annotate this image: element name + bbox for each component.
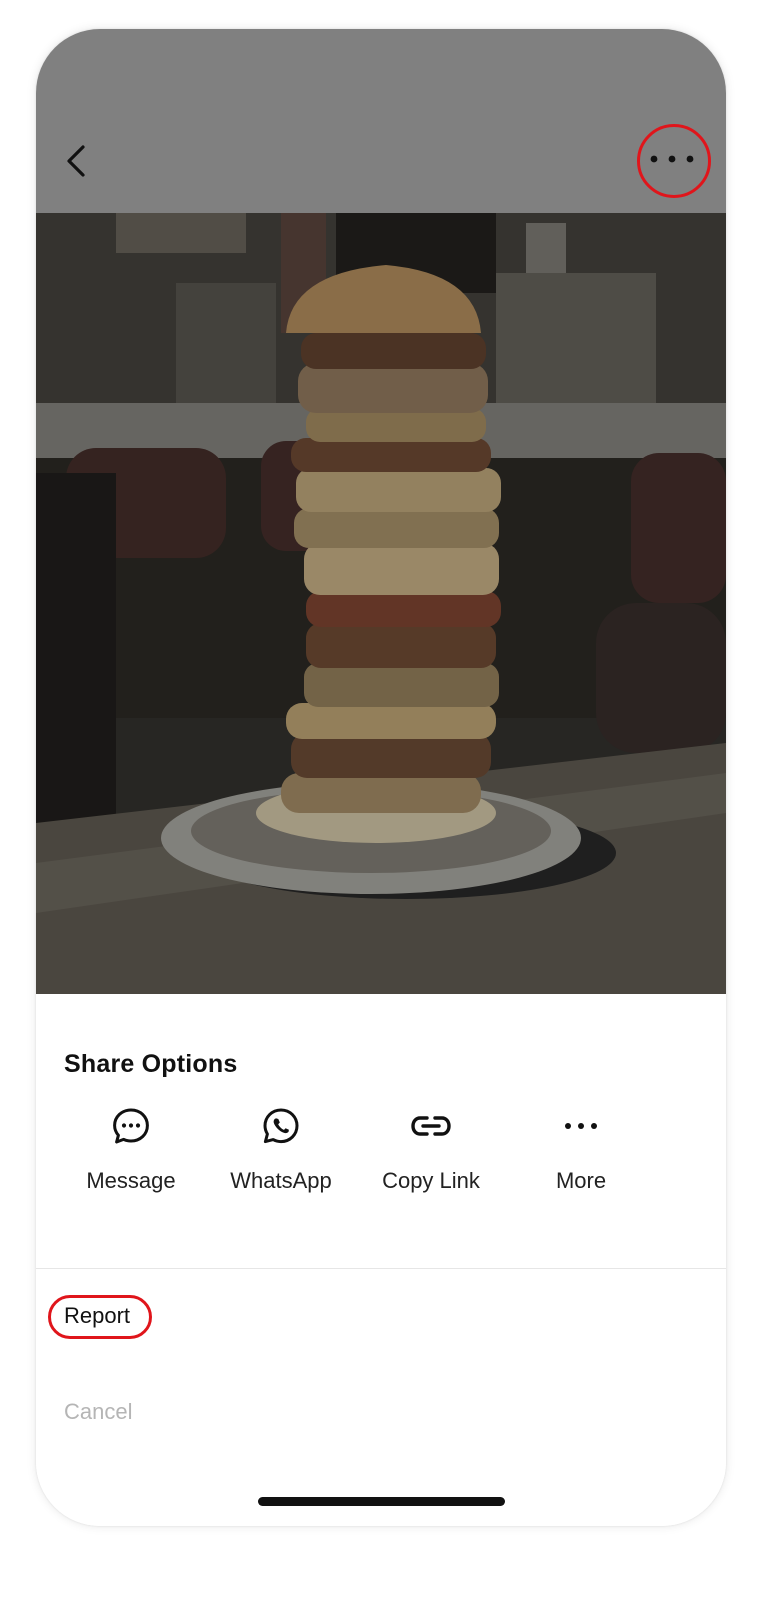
- share-option-label: More: [555, 1168, 607, 1193]
- whatsapp-icon: [259, 1104, 303, 1148]
- share-option-copy-link[interactable]: Copy Link: [356, 1104, 506, 1214]
- share-option-label: Copy Link: [382, 1168, 480, 1193]
- report-button[interactable]: Report: [48, 1295, 152, 1339]
- share-option-label: WhatsApp: [230, 1168, 332, 1193]
- home-indicator: [258, 1497, 505, 1506]
- share-option-message[interactable]: Message: [56, 1104, 206, 1214]
- message-bubble-icon: [109, 1104, 153, 1148]
- ellipsis-horizontal-icon: [650, 155, 694, 163]
- chevron-left-icon: [67, 145, 85, 177]
- report-label: Report: [64, 1303, 131, 1328]
- share-option-more[interactable]: More: [506, 1104, 656, 1214]
- cancel-button[interactable]: Cancel: [64, 1399, 132, 1425]
- divider: [36, 1268, 726, 1269]
- ellipsis-horizontal-icon: [559, 1104, 603, 1148]
- burger-photo: [36, 213, 726, 994]
- dimmed-header: [36, 29, 726, 213]
- share-option-label: Message: [86, 1168, 176, 1193]
- more-options-button[interactable]: [637, 124, 711, 198]
- share-option-whatsapp[interactable]: WhatsApp: [206, 1104, 356, 1214]
- share-sheet: Share Options Message WhatsApp Copy Link…: [36, 994, 726, 1526]
- post-photo: [36, 213, 726, 994]
- share-sheet-title: Share Options: [64, 1050, 238, 1078]
- phone-frame: Share Options Message WhatsApp Copy Link…: [36, 29, 726, 1526]
- link-icon: [409, 1104, 453, 1148]
- back-button[interactable]: [56, 133, 96, 189]
